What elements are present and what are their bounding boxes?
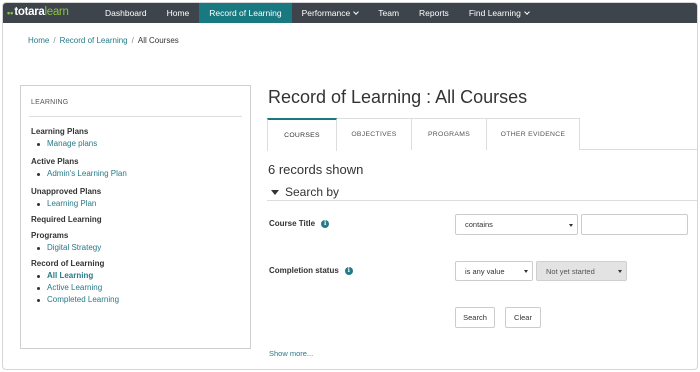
select-arrow-icon — [618, 270, 622, 273]
records-count: 6 records shown — [268, 162, 364, 177]
sidebar-item-digital-strategy[interactable]: Digital Strategy — [31, 242, 244, 254]
tab-objectives[interactable]: OBJECTIVES — [336, 118, 412, 150]
nav-home[interactable]: Home — [157, 3, 200, 23]
course-title-operator-value: contains — [465, 220, 493, 229]
logo-word-learn: learn — [44, 6, 69, 19]
course-title-operator-select[interactable]: contains — [455, 214, 578, 235]
breadcrumb-separator: / — [53, 36, 56, 45]
tab-courses[interactable]: COURSES — [267, 118, 337, 151]
sidebar-section-programs: Programs — [31, 231, 69, 240]
sidebar-section-record-of-learning: Record of Learning — [31, 259, 105, 268]
top-navbar: •• totara learn Dashboard Home Record of… — [3, 3, 697, 23]
sidebar-section-required-learning: Required Learning — [31, 215, 102, 224]
sidebar-section-learning-plans: Learning Plans — [31, 127, 89, 136]
nav-reports[interactable]: Reports — [409, 3, 459, 23]
completion-status-filter-label: Completion status i — [269, 266, 353, 275]
completion-status-operator-select[interactable]: is any value — [455, 261, 533, 281]
sidebar-section-unapproved-plans: Unapproved Plans — [31, 187, 102, 196]
clear-button[interactable]: Clear — [505, 307, 541, 328]
sidebar-item-manage-plans[interactable]: Manage plans — [31, 138, 244, 150]
chevron-down-icon — [523, 8, 530, 15]
nav-find-learning[interactable]: Find Learning — [459, 3, 539, 23]
nav-team[interactable]: Team — [368, 3, 409, 23]
search-divider — [267, 200, 697, 201]
sidebar-item-completed-learning[interactable]: Completed Learning — [31, 294, 244, 306]
nav-dashboard[interactable]: Dashboard — [95, 3, 157, 23]
app-window: •• totara learn Dashboard Home Record of… — [2, 2, 698, 370]
caret-down-icon — [271, 189, 279, 195]
sidebar-item-active-learning[interactable]: Active Learning — [31, 282, 244, 294]
page-title: Record of Learning : All Courses — [268, 87, 528, 107]
tab-programs[interactable]: PROGRAMS — [411, 118, 487, 150]
sidebar-item-admins-learning-plan[interactable]: Admin's Learning Plan — [31, 168, 244, 180]
breadcrumb-separator: / — [131, 36, 134, 45]
search-by-toggle[interactable]: Search by — [271, 185, 339, 199]
search-button[interactable]: Search — [455, 307, 495, 328]
completion-status-label: Completion status — [269, 266, 339, 275]
nav-find-learning-label: Find Learning — [468, 8, 521, 18]
info-icon[interactable]: i — [344, 266, 353, 275]
sidebar-item-learning-plan[interactable]: Learning Plan — [31, 198, 244, 210]
course-title-label: Course Title — [269, 219, 316, 228]
course-title-input[interactable] — [581, 214, 688, 235]
sidebar-item-all-learning[interactable]: All Learning — [31, 270, 244, 282]
totara-logo[interactable]: •• totara learn — [3, 3, 95, 23]
completion-status-value-select[interactable]: Not yet started — [536, 261, 627, 281]
sidebar-divider — [29, 116, 242, 117]
sidebar-heading: LEARNING — [31, 99, 69, 106]
breadcrumb-current: All Courses — [137, 36, 179, 45]
sidebar-list: Learning Plans Manage plans Active Plans… — [31, 126, 244, 306]
breadcrumb-home[interactable]: Home — [28, 36, 49, 45]
learning-sidebar-block: LEARNING Learning Plans Manage plans Act… — [20, 85, 251, 349]
select-arrow-icon — [524, 270, 528, 273]
breadcrumb-record-of-learning[interactable]: Record of Learning — [60, 36, 128, 45]
chevron-down-icon — [353, 8, 360, 15]
search-by-label: Search by — [285, 185, 340, 199]
logo-mark-icon: •• — [7, 7, 14, 18]
completion-status-value: Not yet started — [546, 266, 595, 276]
nav-performance[interactable]: Performance — [292, 3, 369, 23]
logo-word-totara: totara — [14, 6, 45, 19]
info-icon[interactable]: i — [321, 219, 330, 228]
sidebar-section-active-plans: Active Plans — [31, 157, 79, 166]
nav-performance-label: Performance — [301, 8, 351, 18]
show-more-link[interactable]: Show more... — [269, 349, 313, 358]
breadcrumb: Home / Record of Learning / All Courses — [28, 36, 179, 45]
nav-record-of-learning[interactable]: Record of Learning — [199, 3, 292, 23]
completion-status-operator-value: is any value — [465, 266, 505, 276]
record-tabs: COURSES OBJECTIVES PROGRAMS OTHER EVIDEN… — [267, 118, 697, 151]
select-arrow-icon — [569, 223, 573, 227]
course-title-filter-label: Course Title i — [269, 219, 330, 228]
tab-other-evidence[interactable]: OTHER EVIDENCE — [486, 118, 580, 150]
